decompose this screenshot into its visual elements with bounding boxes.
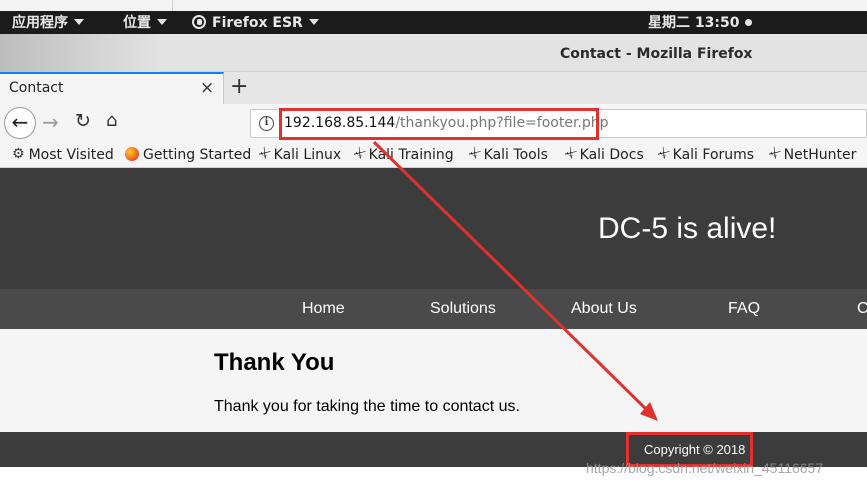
- bookmark-most-visited[interactable]: ⚙ Most Visited: [12, 146, 114, 164]
- applications-label: 应用程序: [12, 15, 68, 31]
- places-label: 位置: [123, 15, 151, 31]
- site-nav: Home Solutions About Us FAQ C: [0, 289, 867, 329]
- bookmark-kali-docs[interactable]: ⚔Kali Docs: [561, 144, 644, 164]
- caret-down-icon: [157, 19, 167, 25]
- bookmark-label: Kali Tools: [483, 147, 548, 163]
- tab-contact[interactable]: Contact ×: [0, 72, 224, 104]
- nav-link-contact[interactable]: C: [857, 300, 867, 318]
- gnome-top-panel: 应用程序 位置 Firefox ESR 星期二 13:50: [0, 0, 867, 34]
- applications-menu[interactable]: 应用程序: [12, 14, 84, 32]
- watermark: https://blog.csdn.net/weixin_45116657: [586, 460, 824, 476]
- places-menu[interactable]: 位置: [123, 14, 167, 32]
- site-headline: DC-5 is alive!: [598, 212, 777, 245]
- gear-icon: ⚙: [12, 145, 25, 162]
- nav-link-solutions[interactable]: Solutions: [430, 300, 496, 318]
- notification-dot-icon: [745, 18, 753, 26]
- caret-down-icon: [74, 19, 84, 25]
- new-tab-button[interactable]: +: [230, 75, 248, 99]
- app-name-label: Firefox ESR: [212, 15, 303, 31]
- kali-dragon-icon: ⚔: [255, 143, 274, 163]
- tab-label: Contact: [9, 80, 64, 96]
- bookmark-kali-training[interactable]: ⚔Kali Training: [350, 144, 454, 164]
- kali-dragon-icon: ⚔: [350, 143, 369, 163]
- site-header: DC-5 is alive!: [0, 168, 867, 289]
- clock[interactable]: 星期二 13:50: [648, 14, 753, 32]
- bookmark-kali-forums[interactable]: ⚔Kali Forums: [654, 144, 755, 164]
- bookmark-label: Kali Training: [368, 147, 454, 163]
- bookmarks-toolbar: ⚙ Most Visited Getting Started ⚔Kali Linu…: [0, 142, 867, 168]
- window-titlebar[interactable]: Contact - Mozilla Firefox: [0, 34, 867, 72]
- kali-dragon-icon: ⚔: [561, 143, 580, 163]
- bookmark-nethunter[interactable]: ⚔NetHunter: [765, 144, 857, 164]
- window-strip: [0, 0, 867, 11]
- tab-strip: Contact × +: [0, 72, 867, 104]
- bookmark-label: Most Visited: [28, 147, 114, 163]
- forward-button[interactable]: →: [42, 111, 59, 133]
- nav-link-faq[interactable]: FAQ: [728, 300, 760, 318]
- kali-dragon-icon: ⚔: [654, 143, 673, 163]
- firefox-icon: [192, 14, 206, 29]
- page-title: Thank You: [214, 349, 335, 376]
- nav-link-about-us[interactable]: About Us: [571, 300, 637, 318]
- url-highlight-box: [279, 108, 599, 140]
- main-content: Thank You Thank you for taking the time …: [0, 329, 867, 432]
- clock-label: 星期二 13:50: [648, 15, 740, 31]
- reload-button[interactable]: ↻: [75, 110, 91, 132]
- bookmark-kali-tools[interactable]: ⚔Kali Tools: [465, 144, 548, 164]
- bookmark-label: Getting Started: [143, 147, 252, 163]
- thank-you-message: Thank you for taking the time to contact…: [214, 398, 520, 415]
- close-tab-icon[interactable]: ×: [200, 78, 214, 98]
- bookmark-label: NetHunter: [783, 147, 857, 163]
- bookmark-label: Kali Linux: [273, 147, 342, 163]
- app-menu[interactable]: Firefox ESR: [192, 14, 319, 32]
- bookmark-label: Kali Docs: [579, 147, 644, 163]
- firefox-icon: [125, 146, 139, 161]
- info-icon[interactable]: i: [259, 116, 274, 131]
- bookmark-kali-linux[interactable]: ⚔Kali Linux: [255, 144, 342, 164]
- kali-dragon-icon: ⚔: [765, 143, 784, 163]
- window-title: Contact - Mozilla Firefox: [560, 46, 753, 62]
- bookmark-getting-started[interactable]: Getting Started: [125, 146, 251, 164]
- kali-dragon-icon: ⚔: [465, 143, 484, 163]
- nav-link-home[interactable]: Home: [302, 300, 345, 318]
- back-button[interactable]: ←: [4, 107, 36, 139]
- home-button[interactable]: ⌂: [106, 110, 117, 132]
- caret-down-icon: [308, 19, 319, 25]
- arrow-left-icon: ←: [11, 110, 29, 134]
- bookmark-label: Kali Forums: [672, 147, 755, 163]
